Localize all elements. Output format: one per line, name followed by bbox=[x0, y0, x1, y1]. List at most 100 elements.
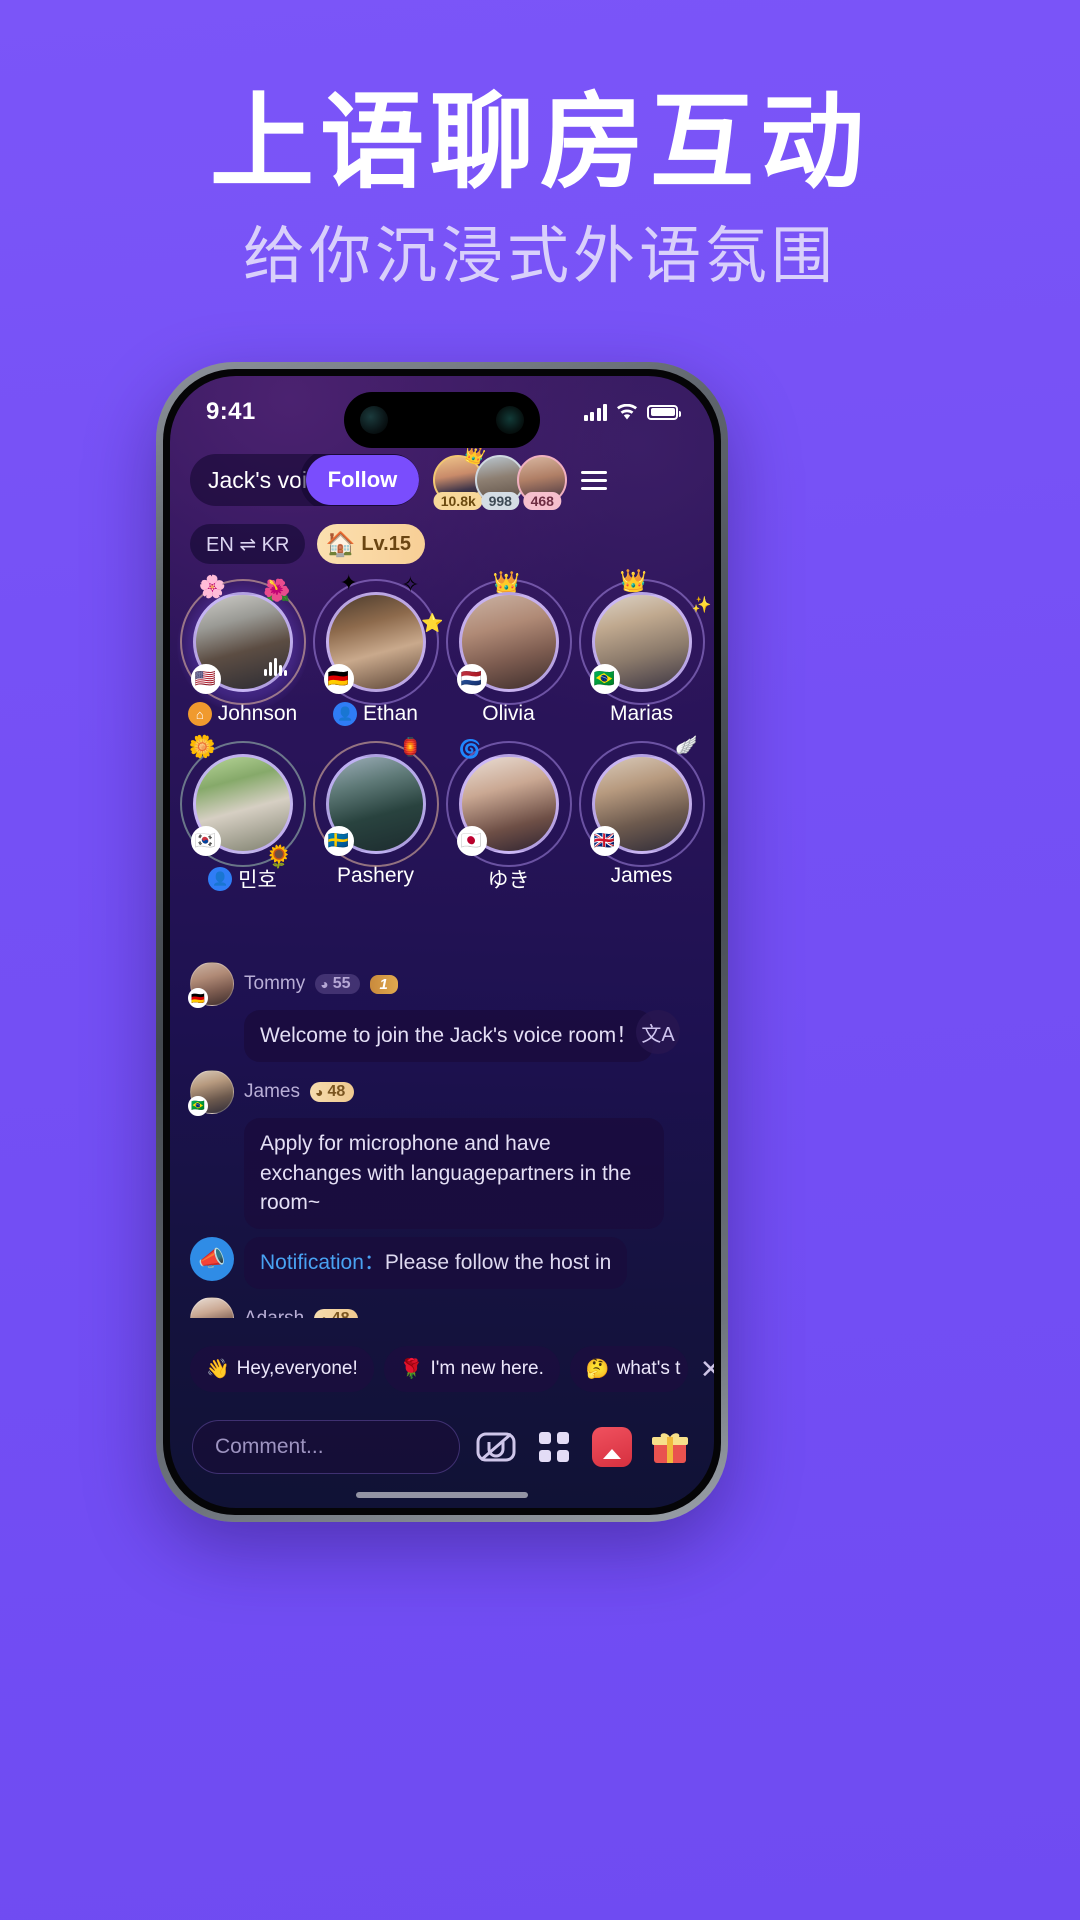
seat-olivia[interactable]: 👑 🇳🇱 Olivia bbox=[442, 572, 575, 726]
flag-icon: 🇯🇵 bbox=[456, 826, 487, 856]
camera-lens-icon bbox=[360, 406, 388, 434]
comment-bar: Comment... bbox=[170, 1420, 714, 1474]
level-value: 55 bbox=[332, 975, 351, 992]
chat-message-header: 🇮🇳 Adarsh ◕ 48 bbox=[190, 1297, 694, 1318]
voice-wave-icon bbox=[263, 658, 287, 676]
level-value: 48 bbox=[332, 1310, 350, 1318]
seat-name-row: ゆき bbox=[488, 864, 530, 894]
chat-message: 🇧🇷 James ◕ 48 Apply for microphone and h… bbox=[188, 1069, 694, 1230]
chat-bubble: Apply for microphone and have exchanges … bbox=[244, 1117, 664, 1230]
chat-list[interactable]: 🇩🇪 Tommy ◕ 55 1 Welcome to join the Jack… bbox=[170, 962, 714, 1318]
quick-reply-1[interactable]: 👋 Hey,everyone! bbox=[190, 1346, 374, 1392]
thinking-face-icon: 🤔 bbox=[585, 1359, 610, 1380]
promo-subheadline: 给你沉浸式外语氛围 bbox=[242, 219, 837, 293]
crown-icon: 👑 bbox=[492, 570, 520, 595]
level-badge: ◕ 48 bbox=[314, 1309, 359, 1318]
translate-icon[interactable]: 文A bbox=[636, 1010, 680, 1054]
room-title-pill[interactable]: Jack's voice room h Follow bbox=[190, 454, 420, 506]
close-icon[interactable]: ✕ bbox=[700, 1354, 714, 1385]
gift-icon[interactable] bbox=[648, 1425, 692, 1469]
chat-username: Tommy bbox=[244, 973, 306, 994]
apps-grid-icon[interactable] bbox=[532, 1425, 576, 1469]
seat-james[interactable]: 🪽 🇬🇧 James bbox=[575, 734, 708, 894]
chat-bubble: Welcome to join the Jack's voice room！ bbox=[244, 1010, 654, 1062]
seat-pashery[interactable]: 🏮 🇸🇪 Pashery bbox=[309, 734, 442, 894]
viewer-count: 468 bbox=[523, 492, 561, 510]
lantern-icon: 🏮 bbox=[399, 737, 422, 757]
seat-grid: 🌸 🌺 🇺🇸 ⌂ Johnson ✦ ✧ ⭐ 🇩🇪 👤 Ethan 👑 🇳🇱 O… bbox=[170, 570, 714, 894]
avatar[interactable]: 🇮🇳 bbox=[190, 1297, 234, 1318]
flag-icon: 🇧🇷 bbox=[589, 664, 620, 694]
flag-icon: 🇰🇷 bbox=[190, 826, 221, 856]
follow-button[interactable]: Follow bbox=[305, 455, 420, 505]
level-value: 48 bbox=[327, 1082, 346, 1100]
battery-icon bbox=[647, 404, 681, 420]
flower-icon: 🌸 bbox=[198, 574, 226, 599]
comment-placeholder: Comment... bbox=[215, 1435, 324, 1458]
seat-johnson[interactable]: 🌸 🌺 🇺🇸 ⌂ Johnson bbox=[176, 572, 309, 726]
red-packet-icon[interactable] bbox=[590, 1425, 634, 1469]
viewer-avatar-3[interactable]: 468 bbox=[517, 455, 568, 510]
seat-ethan[interactable]: ✦ ✧ ⭐ 🇩🇪 👤 Ethan bbox=[309, 572, 444, 726]
chat-bubble: Notification：Please follow the host in bbox=[244, 1237, 628, 1290]
status-icons bbox=[583, 403, 681, 421]
flower-icon: 🌼 bbox=[188, 734, 216, 759]
level-badge: ◕ 48 bbox=[309, 1081, 355, 1102]
seat-avatar-wrap: 🏮 🇸🇪 bbox=[312, 738, 439, 867]
quick-reply-3[interactable]: 🤔 what's t bbox=[569, 1346, 688, 1392]
promo-text-block: 上语聊房互动 给你沉浸式外语氛围 bbox=[0, 86, 1080, 292]
seat-name-row: Olivia bbox=[482, 702, 535, 726]
seat-avatar-wrap: 👑 🇳🇱 bbox=[445, 572, 572, 705]
viewer-count: 10.8k bbox=[433, 492, 483, 510]
seat-name: Marias bbox=[609, 702, 673, 725]
avatar[interactable]: 🇩🇪 bbox=[188, 962, 234, 1008]
quick-reply-text: what's t bbox=[616, 1358, 681, 1379]
seat-name: ゆき bbox=[487, 869, 530, 892]
promo-headline: 上语聊房互动 bbox=[209, 81, 870, 203]
seat-marias[interactable]: 👑 ✨ 🇧🇷 Marias bbox=[575, 570, 712, 726]
seat-yuki[interactable]: 🌀 🇯🇵 ゆき bbox=[442, 734, 575, 894]
room-level-tag[interactable]: 🏠 Lv.15 bbox=[317, 524, 425, 564]
face-id-sensor-icon bbox=[496, 406, 524, 434]
flower-icon: 🌻 bbox=[265, 844, 293, 869]
notification-text: Please follow the host in bbox=[384, 1251, 612, 1275]
app-screen: 9:41 Jack's voice room h Follow bbox=[170, 376, 714, 1508]
mic-off-icon[interactable] bbox=[474, 1425, 518, 1469]
language-pair-tag[interactable]: EN ⇌ KR bbox=[190, 524, 306, 564]
seat-avatar-wrap: ✦ ✧ ⭐ 🇩🇪 bbox=[312, 572, 444, 705]
quick-reply-2[interactable]: 🌹 I'm new here. bbox=[383, 1346, 560, 1392]
swirl-icon: 🌀 bbox=[458, 739, 481, 759]
seat-name: Ethan bbox=[363, 702, 418, 725]
avatar-image bbox=[190, 1297, 234, 1318]
seat-name-row: Pashery bbox=[337, 864, 414, 888]
seat-avatar-wrap: 🌀 🇯🇵 bbox=[445, 740, 572, 867]
seat-name-row: 👤 Ethan bbox=[333, 702, 418, 726]
coin-icon: ◕ bbox=[319, 1311, 327, 1318]
hamburger-menu-icon[interactable] bbox=[581, 470, 608, 490]
chat-message-header: 🇩🇪 Tommy ◕ 55 1 bbox=[188, 962, 694, 1008]
chat-message-header: 🇧🇷 James ◕ 48 bbox=[188, 1069, 694, 1116]
comment-input[interactable]: Comment... bbox=[192, 1420, 460, 1474]
seat-name: James bbox=[610, 864, 673, 887]
phone-bezel: 9:41 Jack's voice room h Follow bbox=[163, 369, 721, 1515]
home-indicator bbox=[356, 1492, 528, 1498]
flag-icon: 🇬🇧 bbox=[589, 826, 620, 856]
star-icon: ✧ bbox=[401, 572, 420, 597]
flag-icon: 🇩🇪 bbox=[323, 664, 354, 694]
rank-badge: 1 bbox=[369, 974, 398, 994]
avatar[interactable]: 🇧🇷 bbox=[188, 1069, 234, 1116]
chat-notification: 📣 Notification：Please follow the host in bbox=[190, 1237, 694, 1290]
chat-username: Adarsh bbox=[244, 1308, 304, 1318]
room-level-label: Lv.15 bbox=[361, 532, 411, 555]
seat-minho[interactable]: 🌼 🌻 🇰🇷 👤 민호 bbox=[176, 734, 309, 894]
flag-icon: 🇧🇷 bbox=[188, 1095, 208, 1116]
seat-avatar-wrap: 🌼 🌻 🇰🇷 bbox=[179, 736, 306, 868]
room-header: Jack's voice room h Follow 👑 10.8k 998 4… bbox=[170, 443, 714, 510]
rose-icon: 🌹 bbox=[399, 1359, 424, 1380]
notification-label: Notification： bbox=[260, 1251, 385, 1275]
status-time: 9:41 bbox=[206, 398, 256, 425]
flag-icon: 🇺🇸 bbox=[190, 664, 221, 694]
dynamic-island bbox=[344, 392, 540, 448]
house-icon: 🏠 bbox=[325, 530, 356, 558]
viewer-avatars[interactable]: 👑 10.8k 998 468 bbox=[433, 443, 568, 510]
